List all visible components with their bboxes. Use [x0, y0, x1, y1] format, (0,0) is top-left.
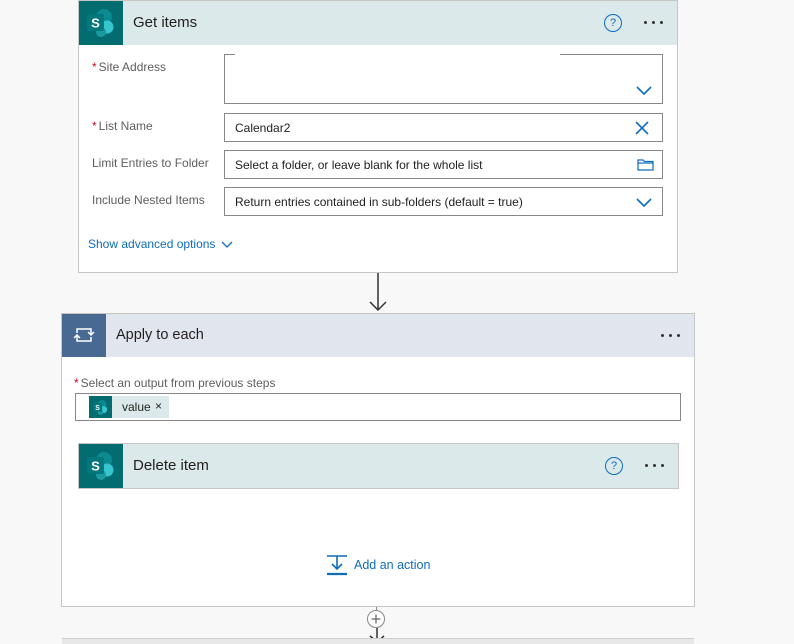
token-label: value: [122, 400, 151, 414]
delete-item-header[interactable]: S Delete item ?: [79, 444, 678, 488]
svg-text:S: S: [91, 16, 100, 31]
get-items-title: Get items: [133, 14, 198, 31]
delete-item-card[interactable]: S Delete item ?: [78, 443, 679, 489]
site-address-label: * Site Address: [92, 60, 167, 74]
site-address-field[interactable]: [224, 54, 663, 104]
folder-placeholder: Select a folder, or leave blank for the …: [235, 158, 483, 172]
sharepoint-icon: S: [79, 444, 123, 488]
nested-items-value: Return entries contained in sub-folders …: [235, 195, 523, 209]
required-marker: *: [74, 376, 79, 390]
chevron-down-icon: [221, 241, 233, 248]
get-items-header[interactable]: S Get items ?: [79, 1, 677, 45]
folder-field[interactable]: Select a folder, or leave blank for the …: [224, 150, 663, 179]
field-divider: [235, 54, 560, 56]
more-options-icon[interactable]: [643, 18, 667, 28]
more-options-icon[interactable]: [644, 461, 668, 471]
plus-icon[interactable]: [367, 610, 385, 628]
folder-icon[interactable]: [637, 158, 654, 171]
chevron-down-icon[interactable]: [636, 198, 652, 208]
value-token[interactable]: S value ×: [89, 396, 169, 418]
required-marker: *: [92, 119, 97, 133]
list-name-label: * List Name: [92, 119, 153, 133]
sharepoint-icon: S: [79, 1, 123, 45]
more-options-icon[interactable]: [660, 331, 684, 341]
list-name-field[interactable]: Calendar2: [224, 113, 663, 142]
svg-text:S: S: [91, 459, 100, 474]
delete-item-title: Delete item: [133, 457, 209, 474]
required-marker: *: [92, 60, 97, 74]
remove-token-icon[interactable]: ×: [155, 399, 162, 413]
output-input[interactable]: S value ×: [75, 393, 681, 421]
sharepoint-icon: S: [89, 396, 112, 418]
show-advanced-options-link[interactable]: Show advanced options: [88, 237, 233, 251]
list-name-value: Calendar2: [235, 121, 291, 135]
help-icon[interactable]: ?: [604, 14, 622, 32]
svg-text:S: S: [95, 405, 100, 412]
limit-entries-label: Limit Entries to Folder: [92, 156, 209, 170]
apply-to-each-card: Apply to each * Select an output from pre…: [61, 313, 695, 607]
close-icon[interactable]: [635, 121, 649, 135]
add-action-icon: [327, 555, 347, 576]
include-nested-label: Include Nested Items: [92, 193, 205, 207]
help-icon[interactable]: ?: [605, 457, 623, 475]
arrow-down-icon: [369, 273, 387, 312]
apply-to-each-header[interactable]: Apply to each: [62, 314, 694, 357]
get-items-card: S Get items ? * Site Address * List Name C…: [78, 0, 678, 273]
output-label: * Select an output from previous steps: [74, 376, 276, 390]
chevron-down-icon[interactable]: [636, 86, 652, 96]
nested-items-dropdown[interactable]: Return entries contained in sub-folders …: [224, 187, 663, 216]
loop-icon: [62, 314, 106, 357]
apply-to-each-title: Apply to each: [116, 327, 204, 343]
next-card-edge: [62, 638, 694, 644]
